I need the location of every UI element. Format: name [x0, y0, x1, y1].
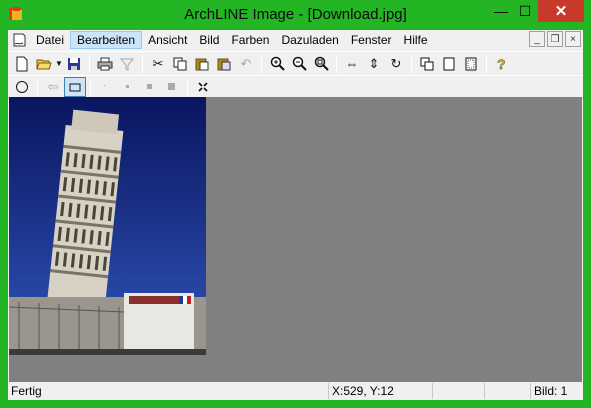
- cursor-coordinates: X:529, Y:12: [328, 383, 432, 399]
- copy-icon[interactable]: [169, 54, 191, 74]
- svg-text:?: ?: [497, 56, 506, 72]
- mdi-close-button[interactable]: ×: [565, 31, 581, 47]
- title-bar[interactable]: ArchLINE Image - [Download.jpg] — ☐ ✕: [0, 0, 591, 30]
- client-area: Datei Bearbeiten Ansicht Bild Farben Daz…: [8, 30, 583, 400]
- flip-horizontal-icon[interactable]: ⇔: [341, 54, 363, 74]
- toolbar-separator: [336, 54, 337, 73]
- toolbar-separator: [142, 54, 143, 73]
- menu-dazuladen[interactable]: Dazuladen: [275, 31, 344, 49]
- menu-ansicht[interactable]: Ansicht: [142, 31, 193, 49]
- toolbar-separator: [89, 54, 90, 73]
- status-panel-empty: [432, 383, 484, 399]
- minimize-button[interactable]: —: [489, 0, 513, 22]
- toolbar-separator: [37, 78, 38, 96]
- toolbar-separator: [90, 78, 91, 96]
- circle-select-icon[interactable]: [11, 77, 33, 97]
- menu-fenster[interactable]: Fenster: [345, 31, 398, 49]
- open-dropdown-icon[interactable]: ▼: [55, 59, 63, 68]
- toolbar-separator: [187, 78, 188, 96]
- mdi-minimize-button[interactable]: _: [529, 31, 545, 47]
- open-icon[interactable]: [33, 54, 55, 74]
- menu-bild[interactable]: Bild: [193, 31, 225, 49]
- filter-icon[interactable]: [116, 54, 138, 74]
- undo-icon[interactable]: ↶: [235, 54, 257, 74]
- dot-medium-icon[interactable]: [139, 77, 161, 97]
- document-icon[interactable]: [8, 30, 30, 50]
- toolbar-separator: [261, 54, 262, 73]
- crosshair-icon[interactable]: [192, 77, 214, 97]
- mdi-controls: _ ❐ ×: [529, 31, 581, 47]
- toolbar-separator: [486, 54, 487, 73]
- zoom-out-icon[interactable]: [288, 54, 310, 74]
- rect-select-icon[interactable]: [64, 77, 86, 97]
- image-index: Bild: 1: [530, 383, 581, 399]
- zoom-in-icon[interactable]: [266, 54, 288, 74]
- menu-farben[interactable]: Farben: [225, 31, 275, 49]
- menu-bearbeiten[interactable]: Bearbeiten: [70, 31, 143, 49]
- loaded-photo: [9, 97, 206, 355]
- menu-datei[interactable]: Datei: [30, 31, 70, 49]
- dot-tiny-icon[interactable]: [95, 77, 117, 97]
- rotate-icon[interactable]: ↻: [385, 54, 407, 74]
- status-bar: Fertig X:529, Y:12 Bild: 1: [8, 382, 583, 400]
- new-icon[interactable]: [11, 54, 33, 74]
- main-toolbar: ▼ ✂ ↶ ⇔ ⇕ ↻ ?: [8, 51, 583, 75]
- status-panel-empty: [484, 383, 530, 399]
- cut-icon[interactable]: ✂: [147, 54, 169, 74]
- back-arrow-icon[interactable]: ⇦: [42, 77, 64, 97]
- toolbar-separator: [411, 54, 412, 73]
- zoom-fit-icon[interactable]: [310, 54, 332, 74]
- dot-small-icon[interactable]: [117, 77, 139, 97]
- dot-large-icon[interactable]: [161, 77, 183, 97]
- page-icon[interactable]: [438, 54, 460, 74]
- image-canvas[interactable]: [9, 97, 582, 382]
- tools-toolbar: ⇦: [8, 75, 583, 99]
- mdi-restore-button[interactable]: ❐: [547, 31, 563, 47]
- flip-vertical-icon[interactable]: ⇕: [363, 54, 385, 74]
- maximize-button[interactable]: ☐: [513, 0, 537, 22]
- page-alt-icon[interactable]: [460, 54, 482, 74]
- paste-special-icon[interactable]: [213, 54, 235, 74]
- paste-icon[interactable]: [191, 54, 213, 74]
- help-icon[interactable]: ?: [491, 54, 513, 74]
- app-window: ArchLINE Image - [Download.jpg] — ☐ ✕ Da…: [0, 0, 591, 408]
- menu-hilfe[interactable]: Hilfe: [398, 31, 434, 49]
- print-icon[interactable]: [94, 54, 116, 74]
- menu-bar: Datei Bearbeiten Ansicht Bild Farben Daz…: [8, 30, 583, 50]
- status-text: Fertig: [11, 384, 42, 398]
- copy-window-icon[interactable]: [416, 54, 438, 74]
- close-button[interactable]: ✕: [538, 0, 584, 22]
- save-icon[interactable]: [63, 54, 85, 74]
